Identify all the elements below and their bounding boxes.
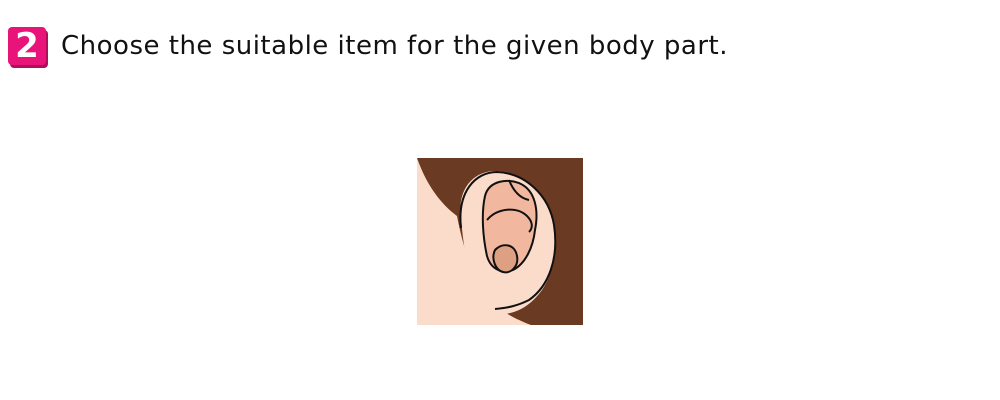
question-text: Choose the suitable item for the given b… [61,31,729,61]
ear-image [417,158,583,325]
ear-icon [417,158,583,325]
question-number-badge: 2 [8,27,46,65]
question-header: 2 Choose the suitable item for the given… [8,24,728,68]
